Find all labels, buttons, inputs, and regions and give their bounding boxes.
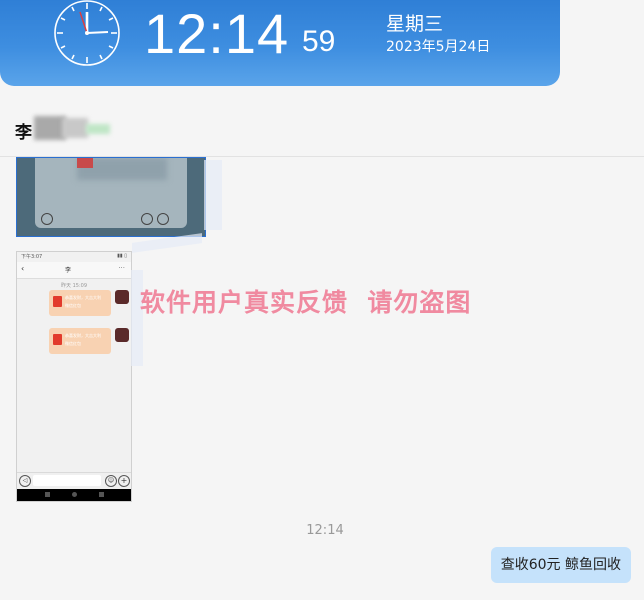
watermark-text: 软件用户真实反馈 请勿盗图	[140, 288, 472, 317]
plus-icon: +	[118, 475, 130, 487]
back-icon: ‹	[21, 264, 25, 273]
redacted-name-blur	[62, 118, 88, 138]
emoji-icon	[141, 213, 153, 225]
voice-icon: ◁	[19, 475, 31, 487]
phone-input-bar: ◁ ☺ +	[17, 472, 131, 489]
red-packet-message: 恭喜发财，大吉大利 微信红包	[49, 328, 111, 354]
clock-time: 12:14	[144, 2, 290, 65]
image-attachment-1[interactable]	[16, 157, 206, 237]
red-packet-thumbnail	[77, 158, 93, 168]
nav-menu-icon	[45, 492, 50, 497]
phone-status-battery: ▮▮ ▯	[117, 253, 127, 259]
phone-status-time: 下午3:07	[21, 254, 43, 260]
nav-back-icon	[99, 492, 104, 497]
red-packet-icon	[53, 334, 62, 345]
image-attachment-2[interactable]: 下午3:07 ▮▮ ▯ ‹ 李 ··· 昨天 15:09 恭喜发财，大吉大利 微…	[16, 251, 132, 502]
contact-name[interactable]: 李	[15, 118, 32, 143]
clock-bar: 12:14 59 星期三 2023年5月24日	[0, 0, 560, 86]
analog-clock-icon	[54, 0, 120, 66]
clock-weekday: 星期三	[386, 13, 444, 35]
avatar	[115, 290, 129, 304]
red-packet-greeting: 恭喜发财，大吉大利	[65, 295, 101, 300]
emoji-icon: ☺	[105, 475, 117, 487]
ghost-overlay	[204, 160, 222, 230]
more-icon: ···	[118, 264, 125, 272]
plus-icon	[157, 213, 169, 225]
chat-header: 李	[0, 88, 644, 157]
avatar	[115, 328, 129, 342]
redacted-remark-blur	[86, 124, 110, 134]
outgoing-message-bubble[interactable]: 查收60元 鲸鱼回收	[490, 547, 631, 583]
phone-chat-topbar: ‹ 李 ···	[17, 262, 131, 279]
message-timestamp: 12:14	[306, 523, 344, 538]
red-packet-greeting: 恭喜发财，大吉大利	[65, 333, 101, 338]
phone-nav-bar	[17, 489, 131, 501]
voice-icon	[41, 213, 53, 225]
phone-text-field	[33, 475, 101, 486]
phone-chat-timestamp: 昨天 15:09	[61, 283, 87, 289]
clock-seconds: 59	[302, 25, 336, 58]
red-packet-message: 恭喜发财，大吉大利 微信红包	[49, 290, 111, 316]
nav-home-icon	[72, 492, 77, 497]
red-packet-label: 微信红包	[65, 341, 81, 346]
red-packet-icon	[53, 296, 62, 307]
clock-date: 2023年5月24日	[386, 39, 491, 55]
phone-chat-title: 李	[65, 267, 72, 274]
red-packet-label: 微信红包	[65, 303, 81, 308]
